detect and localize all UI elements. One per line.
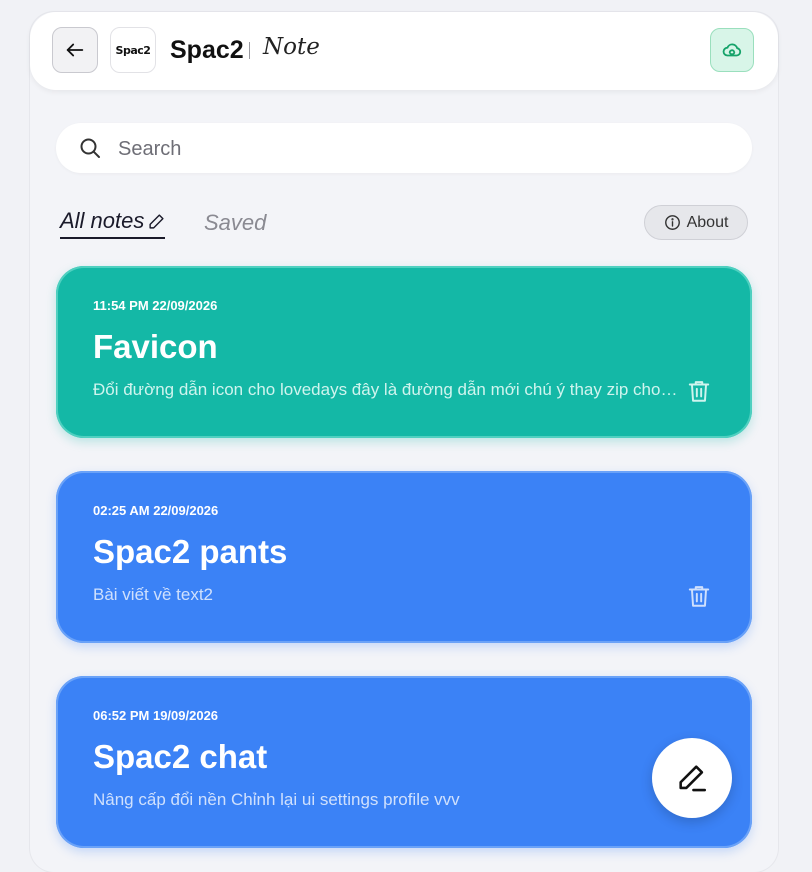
info-icon (664, 215, 680, 230)
note-preview: Bài viết về text2 (93, 585, 214, 604)
note-title: Spac2 pants (93, 533, 288, 570)
pencil-icon (149, 213, 164, 229)
note-timestamp: 11:54 PM 22/09/2026 (93, 298, 218, 313)
new-note-button[interactable] (652, 738, 732, 818)
tab-all-notes-label: All notes (60, 208, 145, 233)
cloud-sync-button[interactable] (710, 28, 754, 72)
trash-icon[interactable] (686, 583, 712, 609)
note-title: Favicon (93, 328, 218, 365)
note-card[interactable]: 11:54 PM 22/09/2026 Favicon Đổi đường dẫ… (56, 266, 752, 438)
note-card[interactable]: 06:52 PM 19/09/2026 Spac2 chat Nâng cấp … (56, 676, 752, 848)
about-label: About (686, 213, 729, 231)
section-title: Note (263, 34, 320, 60)
app-logo: Spac2 (110, 27, 156, 73)
trash-icon[interactable] (686, 378, 712, 404)
note-timestamp: 02:25 AM 22/09/2026 (93, 503, 219, 518)
compose-pencil-icon (679, 765, 707, 792)
note-title: Spac2 chat (93, 738, 268, 775)
note-preview: Nâng cấp đổi nền Chỉnh lại ui settings p… (93, 790, 460, 809)
title-divider (249, 42, 250, 59)
arrow-left-icon (66, 43, 84, 57)
note-timestamp: 06:52 PM 19/09/2026 (93, 708, 219, 723)
top-bar: Spac2 Spac2 Note (30, 12, 778, 90)
cloud-sync-icon (722, 43, 742, 57)
tab-saved[interactable]: Saved (204, 210, 266, 236)
back-button[interactable] (52, 27, 98, 73)
note-card[interactable]: 02:25 AM 22/09/2026 Spac2 pants Bài viết… (56, 471, 752, 643)
search-icon (80, 138, 100, 158)
about-button[interactable]: About (644, 205, 748, 240)
app-name: Spac2 (170, 36, 244, 64)
tab-all-notes[interactable]: All notes (60, 208, 166, 239)
note-preview: Đổi đường dẫn icon cho lovedays đây là đ… (93, 380, 678, 399)
search-bar (56, 123, 752, 173)
search-input[interactable] (116, 131, 720, 167)
